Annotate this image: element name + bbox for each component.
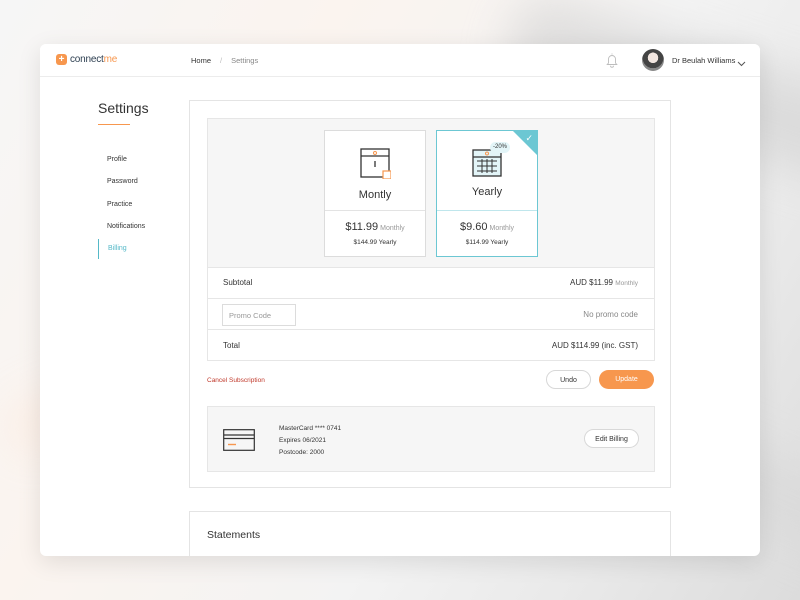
subtotal-row: Subtotal AUD $11.99 Monthly (208, 267, 654, 298)
sidebar-item-practice[interactable]: Practice (98, 195, 188, 215)
logo-plus-icon: + (56, 54, 67, 65)
promo-status: No promo code (583, 310, 638, 319)
divider (437, 210, 537, 211)
logo-text: connectme (70, 54, 118, 65)
statements-title: Statements (207, 529, 261, 541)
edit-billing-button[interactable]: Edit Billing (584, 429, 639, 448)
total-label: Total (223, 341, 240, 350)
calendar-month-icon (359, 147, 392, 184)
card-postcode: Postcode: 2000 (279, 449, 325, 456)
sidebar-item-notifications[interactable]: Notifications (98, 217, 188, 237)
breadcrumb-separator: / (220, 56, 223, 65)
plan-price: $9.60 Monthly (459, 221, 515, 233)
sidebar-item-profile[interactable]: Profile (98, 150, 188, 170)
card-expiry: Expires 06/2021 (279, 437, 326, 444)
subtotal-label: Subtotal (223, 278, 253, 287)
chevron-down-icon[interactable] (737, 55, 746, 73)
plan-monthly[interactable]: Montly $11.99 Monthly $144.99 Yearly (324, 130, 426, 257)
discount-badge: -20% (490, 142, 510, 153)
subtotal-value: AUD $11.99 Monthly (570, 278, 638, 287)
undo-button[interactable]: Undo (546, 370, 591, 389)
user-name[interactable]: Dr Beulah Williams (672, 56, 735, 65)
page-title: Settings (98, 100, 149, 116)
order-summary: Subtotal AUD $11.99 Monthly No promo cod… (207, 267, 655, 361)
statements-card: Statements (189, 511, 671, 556)
check-icon: ✓ (525, 133, 533, 143)
settings-sidebar: Settings Profile Password Practice Notif… (98, 100, 149, 259)
plan-yearly-price: $144.99 Yearly (353, 239, 397, 246)
promo-row: No promo code (208, 298, 654, 329)
card-number: MasterCard **** 0741 (279, 425, 342, 432)
billing-card: Montly $11.99 Monthly $144.99 Yearly ✓ -… (189, 100, 671, 488)
cancel-subscription-link[interactable]: Cancel Subscription (207, 377, 265, 384)
top-bar: + connectme Home / Settings Dr Beulah Wi… (40, 44, 760, 77)
total-row: Total AUD $114.99 (inc. GST) (208, 329, 654, 360)
plan-price: $11.99 Monthly (345, 221, 405, 233)
plan-yearly[interactable]: ✓ -20% Yearly $9.60 Monthly $114.99 Year… (436, 130, 538, 257)
promo-code-input[interactable] (222, 304, 296, 326)
breadcrumb-home[interactable]: Home (191, 56, 211, 65)
sidebar-item-password[interactable]: Password (98, 172, 188, 192)
divider (325, 210, 425, 211)
breadcrumb-current: Settings (231, 56, 259, 65)
payment-method: MasterCard **** 0741 Expires 06/2021 Pos… (207, 406, 655, 472)
plan-name: Montly (358, 189, 392, 201)
logo[interactable]: + connectme (56, 54, 117, 65)
avatar[interactable] (642, 49, 664, 71)
credit-card-icon (223, 429, 255, 456)
app-window: + connectme Home / Settings Dr Beulah Wi… (40, 44, 760, 556)
plan-yearly-price: $114.99 Yearly (465, 239, 509, 246)
bell-icon[interactable] (606, 52, 618, 73)
plan-name: Yearly (471, 186, 503, 198)
sidebar-item-billing[interactable]: Billing (98, 239, 188, 259)
title-underline (98, 124, 130, 125)
plan-selector: Montly $11.99 Monthly $144.99 Yearly ✓ -… (207, 118, 655, 268)
update-button[interactable]: Update (599, 370, 654, 389)
total-value: AUD $114.99 (inc. GST) (551, 341, 638, 350)
card-details: MasterCard **** 0741 Expires 06/2021 Pos… (279, 423, 341, 459)
breadcrumb: Home / Settings (191, 56, 258, 65)
